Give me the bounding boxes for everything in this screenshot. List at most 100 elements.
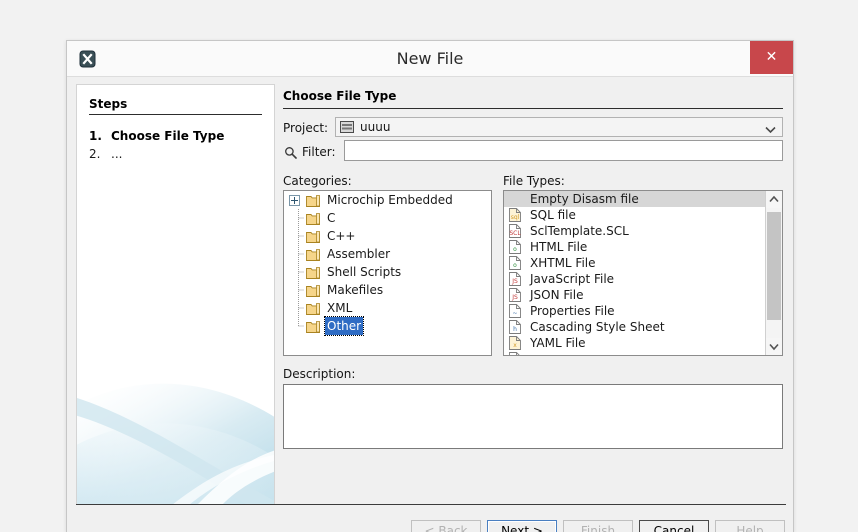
page-title: Choose File Type <box>283 89 397 103</box>
category-row[interactable]: Assembler <box>284 245 491 263</box>
category-row[interactable]: Makefiles <box>284 281 491 299</box>
file-type-row[interactable]: Empty Disasm file <box>504 191 765 207</box>
folder-icon <box>306 230 320 243</box>
choose-file-type-pane: Choose File Type Project: uuuu Filter: C… <box>281 84 784 504</box>
filter-label: Filter: <box>302 145 336 159</box>
file-type-row[interactable]: sql SQL file <box>504 207 765 223</box>
category-row[interactable]: C <box>284 209 491 227</box>
svg-text:~: ~ <box>512 310 517 317</box>
folder-icon <box>306 266 320 279</box>
svg-text:JS: JS <box>511 294 518 301</box>
categories-tree[interactable]: Microchip Embedded C C++ Assembler Shell Scr… <box>283 190 492 356</box>
step-item-1: 1. Choose File Type <box>89 129 224 143</box>
js-file-icon: JS <box>508 272 522 286</box>
file-type-row[interactable]: o XHTML File <box>504 255 765 271</box>
file-type-row[interactable]: h Cascading Style Sheet <box>504 319 765 335</box>
svg-text:sql: sql <box>511 214 520 221</box>
file-type-label: Empty Disasm file <box>530 192 639 206</box>
properties-file-icon: ~ <box>508 304 522 318</box>
file-type-label: SclTemplate.SCL <box>530 224 629 238</box>
category-row[interactable]: Microchip Embedded <box>284 191 491 209</box>
file-type-label: XHTML File <box>530 256 596 270</box>
category-label: C <box>327 211 336 225</box>
tree-guide-line <box>293 299 305 317</box>
tree-guide-line <box>293 227 305 245</box>
project-label: Project: <box>283 121 329 135</box>
svg-text:JS: JS <box>511 278 518 285</box>
category-label: Shell Scripts <box>327 265 402 279</box>
steps-divider <box>89 114 262 115</box>
search-input[interactable] <box>344 140 783 161</box>
finish-button: Finish <box>563 520 633 532</box>
generic-file-icon <box>508 352 522 355</box>
new-file-dialog: New File ✕ Steps 1. Choose File Type 2...… <box>66 40 794 532</box>
svg-text:h: h <box>513 326 517 333</box>
file-type-label: SQL file <box>530 208 576 222</box>
description-label: Description: <box>283 367 356 381</box>
chevron-down-icon[interactable] <box>766 338 782 355</box>
category-row[interactable]: Shell Scripts <box>284 263 491 281</box>
xhtml-file-icon: o <box>508 256 522 270</box>
folder-icon <box>306 212 320 225</box>
description-textarea[interactable] <box>283 384 783 449</box>
category-row[interactable]: C++ <box>284 227 491 245</box>
category-label: C++ <box>327 229 356 243</box>
folder-icon <box>306 302 320 315</box>
file-type-label: Properties File <box>530 304 615 318</box>
tree-guide-line <box>293 317 305 335</box>
expand-plus-icon[interactable] <box>289 195 300 206</box>
file-type-row[interactable] <box>504 351 765 355</box>
svg-text:x: x <box>513 342 517 349</box>
file-type-label: HTML File <box>530 240 588 254</box>
file-type-label: JavaScript File <box>530 272 615 286</box>
step-number: 1. <box>89 129 102 143</box>
scrollbar-thumb[interactable] <box>767 212 781 320</box>
scl-file-icon: SCL <box>508 224 522 238</box>
file-type-label: JSON File <box>530 288 584 302</box>
project-box-icon <box>340 121 354 133</box>
project-select[interactable]: uuuu <box>335 117 783 137</box>
file-type-row[interactable]: SCL SclTemplate.SCL <box>504 223 765 239</box>
category-row[interactable]: Other <box>284 316 491 336</box>
file-types-scrollbar[interactable] <box>765 191 782 355</box>
chevron-up-icon[interactable] <box>766 191 782 208</box>
category-row[interactable]: XML <box>284 299 491 317</box>
file-types-list[interactable]: Empty Disasm file sql SQL file SCL SclTempla… <box>503 190 783 356</box>
dialog-titlebar: New File ✕ <box>67 41 793 77</box>
step-item-2: 2.... <box>89 147 122 161</box>
file-types-list-viewport: Empty Disasm file sql SQL file SCL SclTempla… <box>504 191 765 355</box>
folder-icon <box>306 248 320 261</box>
file-type-row[interactable]: o HTML File <box>504 239 765 255</box>
category-label: Makefiles <box>327 283 384 297</box>
category-label: Microchip Embedded <box>327 193 453 207</box>
tree-guide-line <box>293 209 305 227</box>
yaml-file-icon: x <box>508 336 522 350</box>
tree-guide-line <box>293 245 305 263</box>
chevron-down-icon[interactable] <box>765 123 776 134</box>
cancel-button[interactable]: Cancel <box>639 520 709 532</box>
page-title-divider <box>283 108 783 109</box>
file-type-row[interactable]: ~ Properties File <box>504 303 765 319</box>
file-type-row[interactable]: x YAML File <box>504 335 765 351</box>
steps-panel: Steps 1. Choose File Type 2.... <box>76 84 275 505</box>
tree-guide-line <box>293 263 305 281</box>
blank-file-icon <box>508 192 522 206</box>
file-type-row[interactable]: JS JavaScript File <box>504 271 765 287</box>
file-type-row[interactable]: JS JSON File <box>504 287 765 303</box>
next-button[interactable]: Next > <box>487 520 557 532</box>
help-button: Help <box>715 520 785 532</box>
step-label: ... <box>111 147 123 161</box>
decorative-swoosh-graphic <box>77 383 274 505</box>
html-file-icon: o <box>508 240 522 254</box>
svg-text:o: o <box>513 262 517 269</box>
steps-heading: Steps <box>89 97 128 111</box>
close-icon[interactable]: ✕ <box>750 41 793 74</box>
svg-text:SCL: SCL <box>509 230 521 237</box>
folder-icon <box>306 194 320 207</box>
step-number: 2. <box>89 147 101 161</box>
search-icon <box>284 146 297 159</box>
file-type-label: Cascading Style Sheet <box>530 320 665 334</box>
css-file-icon: h <box>508 320 522 334</box>
categories-label: Categories: <box>283 174 352 188</box>
file-type-label: YAML File <box>530 336 586 350</box>
